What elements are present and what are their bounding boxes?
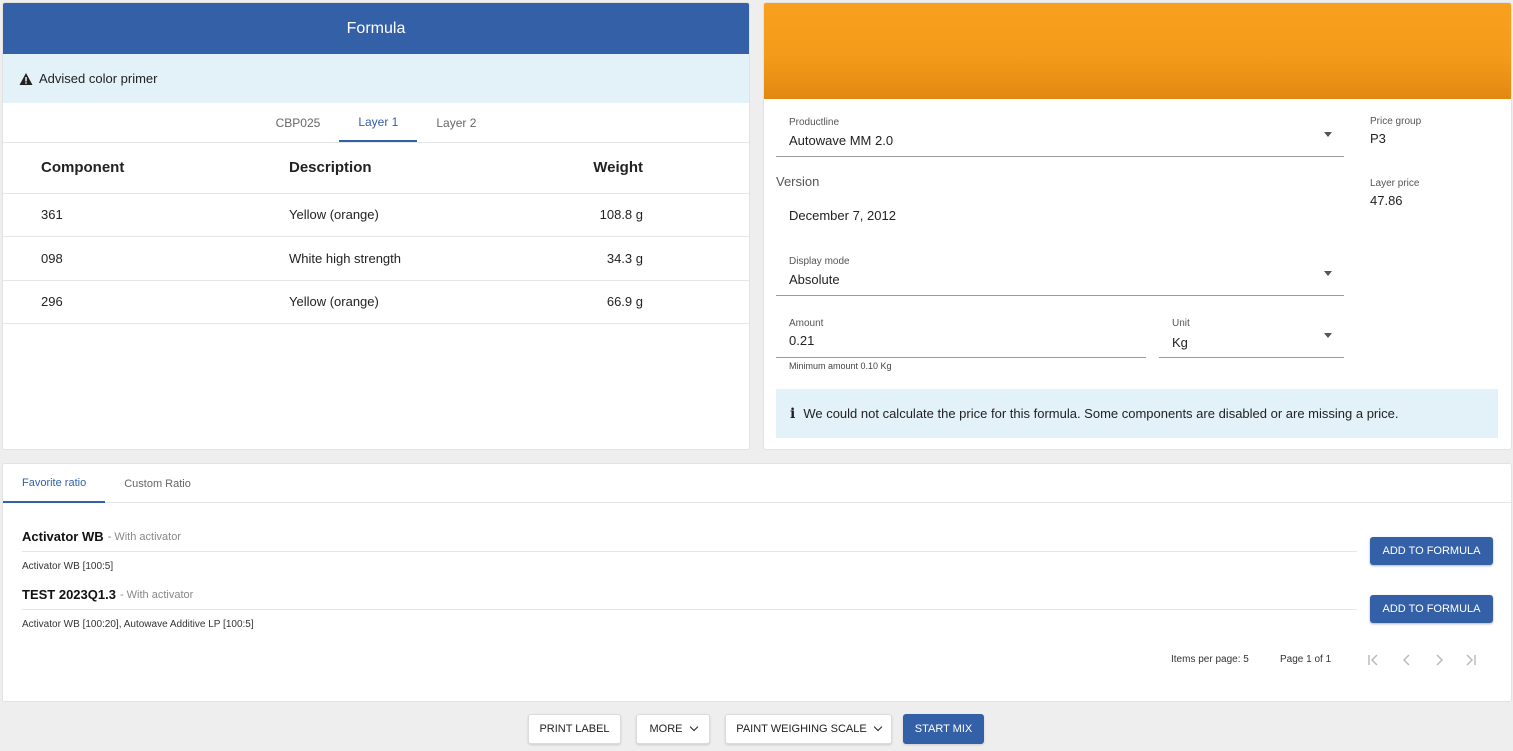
print-label-text: PRINT LABEL (539, 723, 610, 735)
ratio-detail: Activator WB [100:5] (22, 561, 114, 572)
first-page-icon[interactable] (1367, 654, 1381, 666)
amount-label: Amount (789, 318, 824, 329)
last-page-icon[interactable] (1463, 654, 1477, 666)
cell-description: White high strength (289, 236, 509, 281)
list-item: Activator WB - With activator Activator … (22, 522, 1357, 572)
next-page-icon[interactable] (1433, 654, 1445, 666)
cell-component: 098 (3, 236, 289, 281)
paint-weighing-scale-button[interactable]: PAINT WEIGHING SCALE (725, 714, 892, 744)
more-button[interactable]: MORE (636, 714, 710, 744)
list-item: TEST 2023Q1.3 - With activator Activator… (22, 580, 1357, 630)
ratio-title: TEST 2023Q1.3 - With activator (22, 580, 1357, 610)
unit-value: Kg (1172, 335, 1188, 350)
info-icon: i (790, 405, 796, 422)
layer-tabs: CBP025 Layer 1 Layer 2 (3, 103, 749, 143)
ratio-title: Activator WB - With activator (22, 522, 1357, 552)
column-header-description: Description (289, 143, 509, 194)
table-header-row: Component Description Weight (3, 143, 749, 194)
cell-component: 361 (3, 193, 289, 237)
chevron-down-icon (1324, 132, 1332, 137)
formula-title: Formula (3, 3, 749, 54)
components-table: Component Description Weight 361 Yellow … (3, 143, 749, 324)
info-text: We could not calculate the price for thi… (803, 406, 1399, 421)
formula-settings-card: Productline Autowave MM 2.0 Price group … (763, 2, 1512, 450)
price-group-label: Price group (1370, 116, 1422, 127)
advised-primer-alert: Advised color primer (3, 54, 749, 103)
price-info-message: i We could not calculate the price for t… (776, 389, 1498, 438)
amount-value: 0.21 (789, 333, 815, 348)
ratio-name: TEST 2023Q1.3 (22, 587, 116, 602)
cell-description: Yellow (orange) (289, 193, 509, 237)
table-row: 296 Yellow (orange) 66.9 g (3, 280, 749, 324)
chevron-down-icon (1324, 271, 1332, 276)
tab-favorite-ratio[interactable]: Favorite ratio (3, 464, 106, 503)
tab-layer-1[interactable]: Layer 1 (339, 103, 418, 142)
chevron-down-icon (873, 722, 882, 732)
add-to-formula-button[interactable]: ADD TO FORMULA (1370, 537, 1493, 565)
tab-cbp025[interactable]: CBP025 (257, 103, 340, 142)
table-row: 361 Yellow (orange) 108.8 g (3, 193, 749, 237)
productline-select[interactable]: Productline Autowave MM 2.0 (776, 111, 1344, 157)
amount-input[interactable]: Amount 0.21 (776, 312, 1146, 358)
display-mode-value: Absolute (789, 272, 840, 287)
start-mix-button[interactable]: START MIX (903, 714, 984, 744)
display-mode-select[interactable]: Display mode Absolute (776, 250, 1344, 296)
column-header-weight: Weight (509, 143, 749, 194)
chevron-down-icon (689, 722, 698, 732)
cell-component: 296 (3, 280, 289, 324)
table-row: 098 White high strength 34.3 g (3, 236, 749, 281)
layer-price-label: Layer price (1370, 178, 1420, 189)
unit-select[interactable]: Unit Kg (1159, 312, 1344, 358)
ratio-tabs: Favorite ratio Custom Ratio (3, 464, 1511, 503)
ratio-subtitle: - With activator (107, 530, 181, 543)
cell-weight: 34.3 g (509, 236, 749, 281)
previous-page-icon[interactable] (1401, 654, 1413, 666)
price-group-value: P3 (1370, 131, 1386, 146)
page-label: Page 1 of 1 (1280, 654, 1332, 665)
version-label: Version (776, 174, 820, 189)
productline-value: Autowave MM 2.0 (789, 133, 894, 148)
color-swatch (764, 3, 1511, 99)
cell-weight: 66.9 g (509, 280, 749, 324)
ratio-name: Activator WB (22, 529, 104, 544)
version-value: December 7, 2012 (789, 208, 896, 223)
tab-custom-ratio[interactable]: Custom Ratio (105, 464, 210, 503)
warning-icon (19, 72, 33, 85)
column-header-component: Component (3, 143, 289, 194)
ratio-detail: Activator WB [100:20], Autowave Additive… (22, 619, 254, 630)
minimum-amount-hint: Minimum amount 0.10 Kg (789, 361, 892, 371)
cell-description: Yellow (orange) (289, 280, 509, 324)
tab-layer-2[interactable]: Layer 2 (417, 103, 495, 142)
ratio-card: Favorite ratio Custom Ratio Activator WB… (2, 463, 1512, 702)
unit-label: Unit (1172, 318, 1190, 329)
paint-weighing-scale-text: PAINT WEIGHING SCALE (736, 723, 867, 735)
start-mix-text: START MIX (914, 723, 973, 735)
add-to-formula-button[interactable]: ADD TO FORMULA (1370, 595, 1493, 623)
display-mode-label: Display mode (789, 256, 850, 267)
productline-label: Productline (789, 117, 840, 128)
formula-card: Formula Advised color primer CBP025 Laye… (2, 2, 750, 450)
items-per-page-label: Items per page: 5 (1171, 654, 1249, 665)
layer-price-value: 47.86 (1370, 193, 1403, 208)
alert-text: Advised color primer (39, 71, 158, 86)
cell-weight: 108.8 g (509, 193, 749, 237)
print-label-button[interactable]: PRINT LABEL (528, 714, 621, 744)
more-text: MORE (649, 723, 683, 735)
chevron-down-icon (1324, 333, 1332, 338)
ratio-subtitle: - With activator (119, 588, 194, 601)
